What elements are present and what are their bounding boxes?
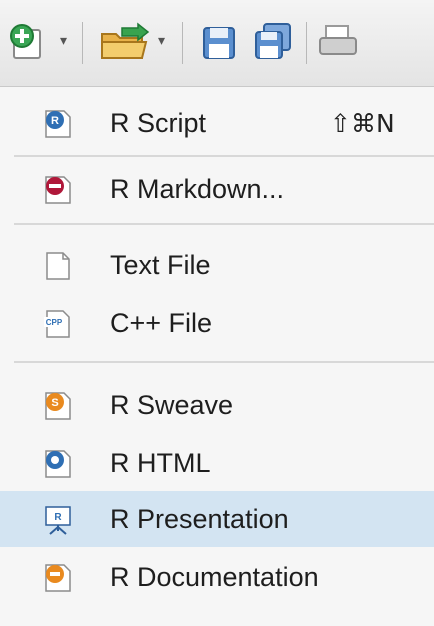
toolbar-separator [306, 22, 307, 64]
menu-item-r-html[interactable]: R HTML [0, 435, 434, 491]
menu-item-label: R Presentation [110, 504, 289, 534]
toolbar-separator [182, 22, 183, 64]
r-script-icon: R [45, 110, 71, 138]
svg-text:R: R [51, 115, 59, 127]
cpp-file-icon: CPP [44, 310, 70, 338]
menu-item-r-presentation[interactable]: R R Presentation [0, 491, 434, 547]
svg-text:R: R [54, 512, 62, 523]
new-file-menu: R R Script ⇧⌘N R Markdown... Text File C… [0, 87, 434, 626]
open-project-dropdown-caret-icon[interactable]: ▾ [158, 32, 165, 49]
menu-item-label: R Markdown... [110, 174, 285, 204]
menu-item-cpp-file[interactable]: CPP C++ File [0, 295, 434, 351]
save-button[interactable] [200, 20, 238, 64]
toolbar: ▾ ▾ [0, 0, 434, 87]
print-icon [319, 25, 357, 55]
menu-item-r-markdown[interactable]: R Markdown... [0, 161, 434, 217]
new-file-dropdown-caret-icon[interactable]: ▾ [60, 32, 67, 49]
svg-text:S: S [51, 397, 58, 409]
new-file-icon [10, 24, 41, 59]
open-project-button[interactable] [98, 20, 150, 64]
save-all-button[interactable] [252, 20, 294, 64]
new-file-button[interactable] [8, 20, 52, 64]
save-icon [203, 27, 235, 59]
menu-separator [14, 361, 434, 363]
menu-separator [14, 155, 434, 157]
menu-item-r-sweave[interactable]: S R Sweave [0, 377, 434, 433]
menu-item-label: R Sweave [110, 390, 234, 420]
r-presentation-icon: R [45, 506, 71, 535]
svg-text:CPP: CPP [46, 318, 63, 327]
menu-item-label: R Script [110, 108, 207, 138]
save-all-icon [255, 23, 291, 59]
text-file-icon [46, 252, 70, 280]
r-sweave-icon: S [45, 392, 71, 420]
menu-item-r-documentation[interactable]: R Documentation [0, 549, 434, 605]
open-project-icon [101, 22, 150, 59]
print-button[interactable] [318, 20, 358, 64]
menu-item-label: Text File [110, 250, 211, 280]
menu-separator [14, 223, 434, 225]
menu-item-label: R Documentation [110, 562, 319, 592]
menu-item-label: C++ File [110, 308, 213, 338]
menu-item-text-file[interactable]: Text File [0, 237, 434, 293]
menu-item-r-script[interactable]: R R Script ⇧⌘N [0, 95, 434, 151]
r-markdown-icon [45, 176, 71, 204]
r-documentation-icon [45, 564, 71, 592]
menu-item-label: R HTML [110, 448, 211, 478]
toolbar-separator [82, 22, 83, 64]
r-html-icon [45, 450, 71, 478]
menu-item-shortcut: ⇧⌘N [330, 109, 395, 138]
